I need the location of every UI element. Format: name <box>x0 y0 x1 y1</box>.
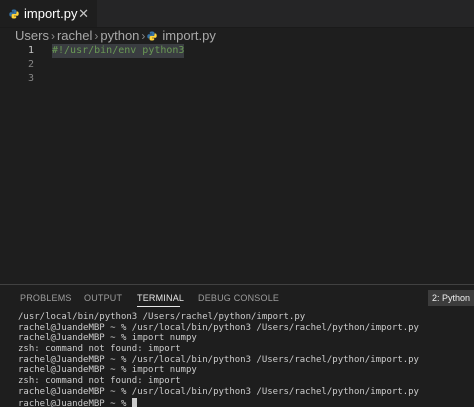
terminal-prompt: rachel@JuandeMBP ~ % <box>18 398 132 407</box>
terminal-line: rachel@JuandeMBP ~ % import numpy <box>18 333 197 344</box>
tab-terminal[interactable]: TERMINAL <box>137 293 184 303</box>
breadcrumb-item-users[interactable]: Users <box>15 28 49 43</box>
line-number: 1 <box>27 45 34 56</box>
terminal-line: zsh: command not found: import <box>18 344 181 355</box>
tab-output[interactable]: OUTPUT <box>84 293 122 303</box>
breadcrumb-item-python[interactable]: python <box>100 28 139 43</box>
breadcrumb: Users › rachel › python › import.py <box>0 27 474 44</box>
terminal-line: rachel@JuandeMBP ~ % /usr/local/bin/pyth… <box>18 322 419 333</box>
bottom-panel: PROBLEMS OUTPUT TERMINAL DEBUG CONSOLE 2… <box>0 284 474 407</box>
line-number: 3 <box>27 73 34 84</box>
tab-debug-console[interactable]: DEBUG CONSOLE <box>198 293 279 303</box>
code-text[interactable]: #!/usr/bin/env python3 <box>52 44 185 58</box>
terminal-line: rachel@JuandeMBP ~ % /usr/local/bin/pyth… <box>18 386 419 397</box>
breadcrumb-item-file[interactable]: import.py <box>147 28 216 43</box>
line-number: 2 <box>27 59 34 70</box>
terminal-output[interactable]: /usr/local/bin/python3 /Users/rachel/pyt… <box>18 312 474 407</box>
python-file-icon <box>9 9 19 18</box>
breadcrumb-item-rachel[interactable]: rachel <box>57 28 92 43</box>
editor-line[interactable]: 1 #!/usr/bin/env python3 <box>0 44 474 58</box>
terminal-line: rachel@JuandeMBP ~ % import numpy <box>18 365 197 376</box>
tab-label: import.py <box>24 6 78 21</box>
chevron-right-icon: › <box>94 28 99 43</box>
tab-problems[interactable]: PROBLEMS <box>20 293 72 303</box>
terminal-line: /usr/local/bin/python3 /Users/rachel/pyt… <box>18 312 306 322</box>
python-file-icon <box>147 31 158 40</box>
tab-import-py[interactable]: import.py ✕ <box>0 0 97 27</box>
terminal-line: zsh: command not found: import <box>18 376 181 387</box>
panel-tab-bar: PROBLEMS OUTPUT TERMINAL DEBUG CONSOLE 2… <box>0 285 474 311</box>
code-editor[interactable]: 1 #!/usr/bin/env python3 2 3 <box>0 44 474 284</box>
editor-line[interactable]: 3 <box>0 72 474 86</box>
close-icon[interactable]: ✕ <box>78 6 89 22</box>
editor-line[interactable]: 2 <box>0 58 474 72</box>
chevron-right-icon: › <box>141 28 146 43</box>
active-tab-indicator <box>137 306 180 307</box>
editor-tab-bar: import.py ✕ <box>0 0 474 28</box>
chevron-right-icon: › <box>50 28 55 43</box>
terminal-line: rachel@JuandeMBP ~ % /usr/local/bin/pyth… <box>18 354 419 365</box>
breadcrumb-file-label: import.py <box>162 28 216 43</box>
terminal-cursor <box>131 397 137 407</box>
terminal-prompt-line[interactable]: rachel@JuandeMBP ~ % <box>18 397 474 407</box>
terminal-select-dropdown[interactable]: 2: Python <box>428 290 474 306</box>
